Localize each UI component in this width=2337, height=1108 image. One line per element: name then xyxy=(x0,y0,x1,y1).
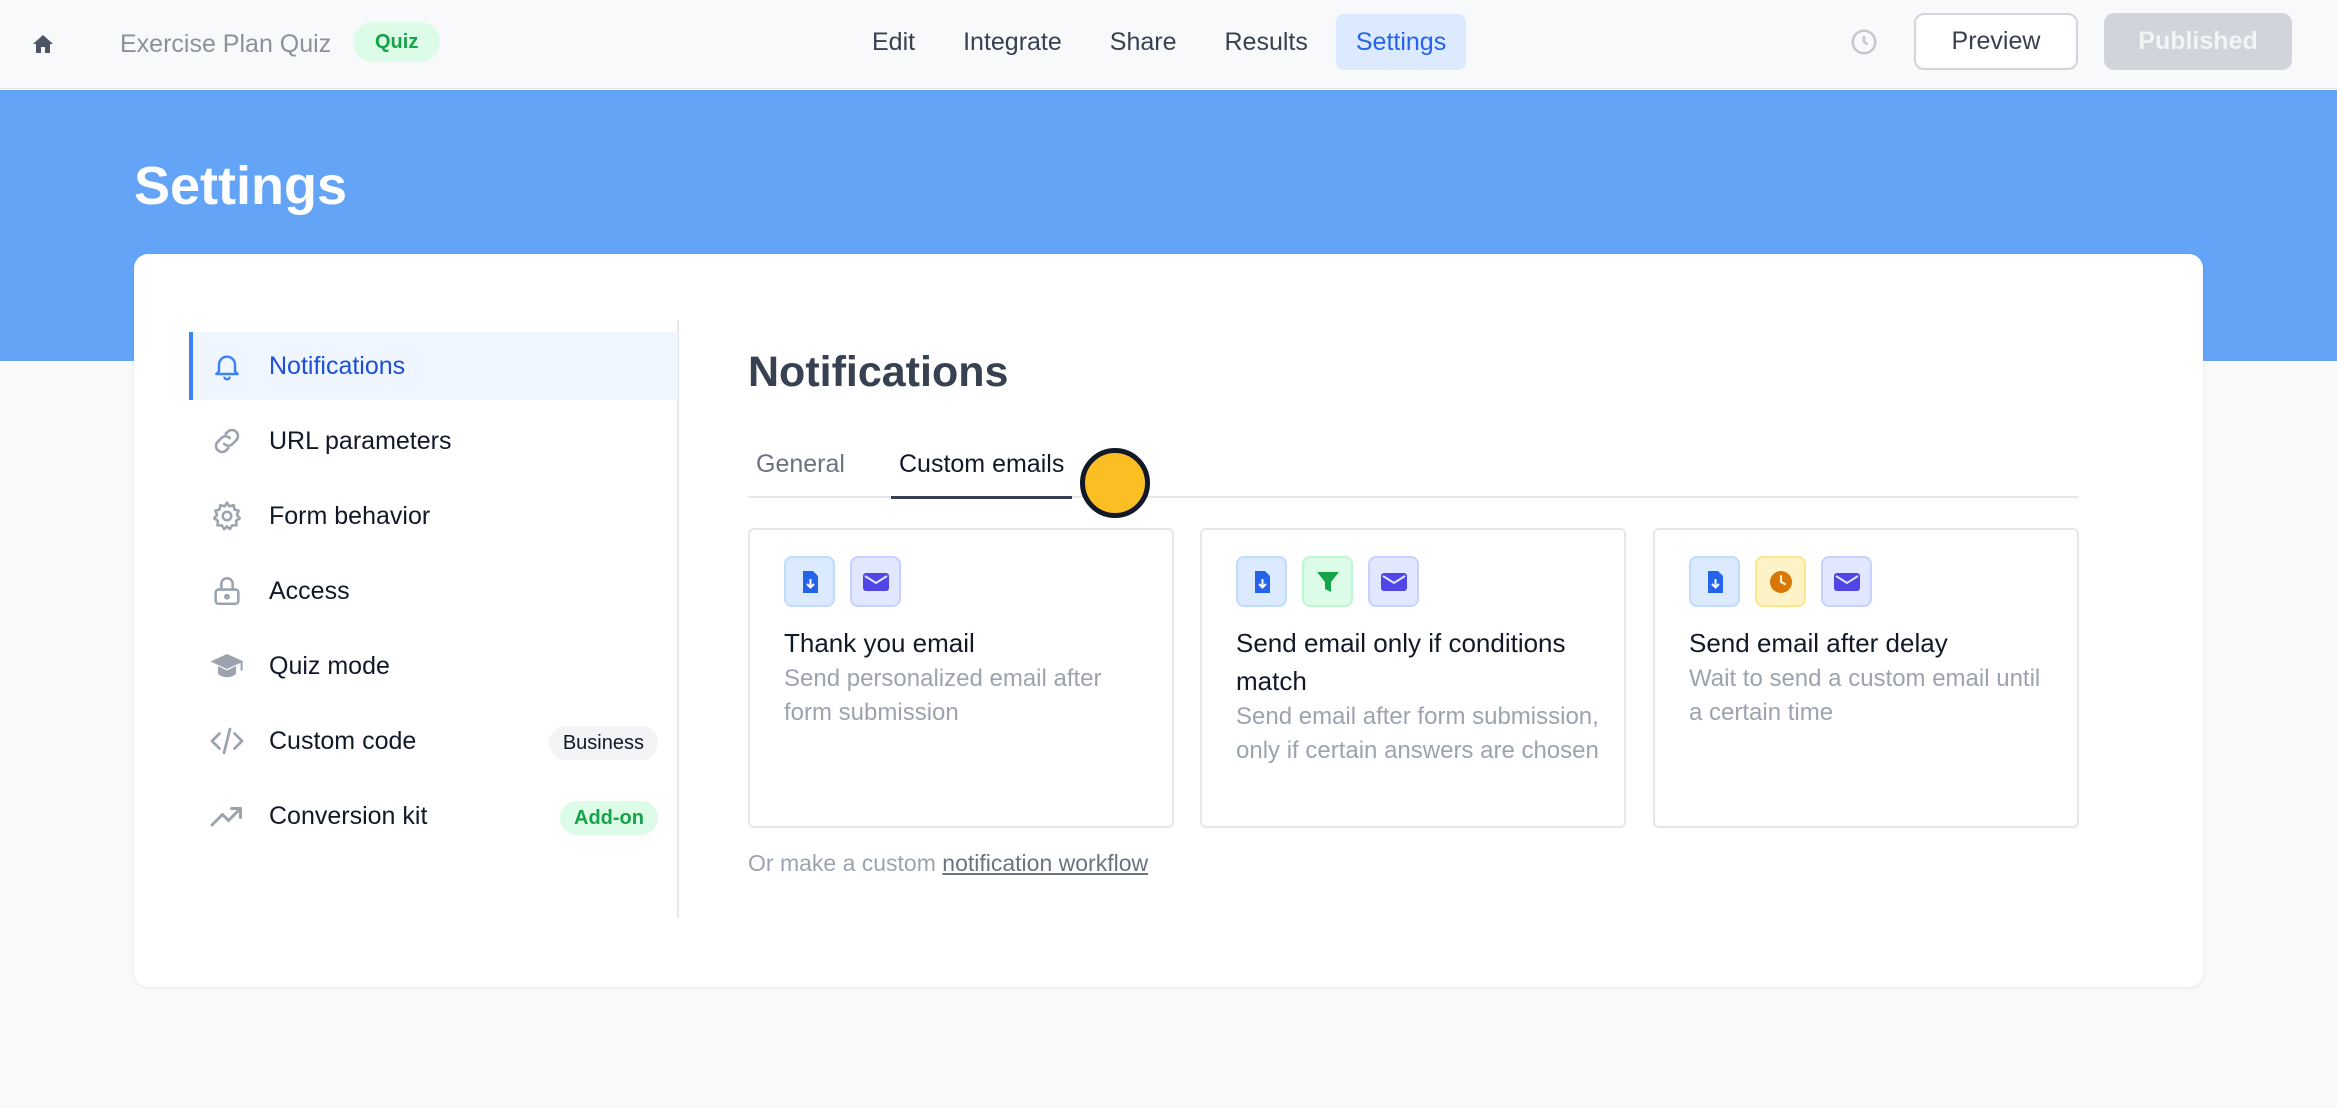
sidebar-item-form-behavior[interactable]: Form behavior xyxy=(189,482,678,550)
notification-tabs: General Custom emails xyxy=(748,438,2079,499)
trending-up-icon xyxy=(209,798,245,834)
tile-title: Send email only if conditions match xyxy=(1236,628,1566,696)
tile-icons xyxy=(784,556,901,607)
workflow-note-prefix: Or make a custom xyxy=(748,850,936,876)
settings-sidebar: Notifications URL parameters Form behavi… xyxy=(189,320,679,918)
tile-thank-you-email[interactable]: Thank you email Send personalized email … xyxy=(748,528,1174,828)
form-title[interactable]: Exercise Plan Quiz xyxy=(120,27,331,61)
business-badge: Business xyxy=(548,726,658,760)
tile-conditional-email[interactable]: Send email only if conditions match Send… xyxy=(1200,528,1626,828)
main-nav: Edit Integrate Share Results Settings xyxy=(852,14,1467,70)
history-button[interactable] xyxy=(1846,24,1882,60)
clock-icon xyxy=(1755,556,1806,607)
settings-card: Notifications URL parameters Form behavi… xyxy=(134,254,2203,987)
graduation-cap-icon xyxy=(209,648,245,684)
nav-settings[interactable]: Settings xyxy=(1335,14,1467,70)
sidebar-item-notifications[interactable]: Notifications xyxy=(189,332,678,400)
sidebar-item-label: Custom code xyxy=(269,727,417,755)
page-title: Settings xyxy=(134,156,348,216)
notification-workflow-link[interactable]: notification workflow xyxy=(942,850,1148,876)
lock-icon xyxy=(209,573,245,609)
sidebar-item-label: Access xyxy=(269,577,350,605)
workflow-note: Or make a custom notification workflow xyxy=(748,850,1148,877)
cursor-indicator xyxy=(1080,448,1150,518)
nav-edit[interactable]: Edit xyxy=(852,14,935,70)
sidebar-item-url-parameters[interactable]: URL parameters xyxy=(189,407,678,475)
email-templates: Thank you email Send personalized email … xyxy=(748,528,2079,828)
published-button[interactable]: Published xyxy=(2104,13,2292,70)
sidebar-item-conversion-kit[interactable]: Conversion kit Add-on xyxy=(189,782,678,850)
section-title: Notifications xyxy=(748,348,1009,396)
home-icon xyxy=(33,35,53,53)
preview-button[interactable]: Preview xyxy=(1914,13,2078,70)
tile-description: Send email after form submission, only i… xyxy=(1236,703,1599,764)
nav-results[interactable]: Results xyxy=(1205,14,1328,70)
tile-icons xyxy=(1236,556,1419,607)
envelope-icon xyxy=(1821,556,1872,607)
gear-icon xyxy=(209,498,245,534)
nav-share[interactable]: Share xyxy=(1090,14,1197,70)
sidebar-item-quiz-mode[interactable]: Quiz mode xyxy=(189,632,678,700)
tab-general[interactable]: General xyxy=(756,438,845,498)
quiz-badge: Quiz xyxy=(353,22,441,62)
tile-title: Thank you email xyxy=(784,628,975,658)
add-on-badge: Add-on xyxy=(560,801,658,835)
tile-description: Wait to send a custom email until a cert… xyxy=(1689,665,2041,726)
sidebar-item-access[interactable]: Access xyxy=(189,557,678,625)
sidebar-item-label: Quiz mode xyxy=(269,652,390,680)
form-submit-icon xyxy=(1236,556,1287,607)
filter-icon xyxy=(1302,556,1353,607)
top-bar: Exercise Plan Quiz Quiz Edit Integrate S… xyxy=(0,0,2337,89)
form-submit-icon xyxy=(1689,556,1740,607)
sidebar-item-label: Conversion kit xyxy=(269,802,428,830)
sidebar-item-label: Notifications xyxy=(269,352,406,380)
link-icon xyxy=(209,423,245,459)
code-icon xyxy=(209,723,245,759)
sidebar-item-label: URL parameters xyxy=(269,427,452,455)
clock-icon xyxy=(1851,29,1877,55)
envelope-icon xyxy=(1368,556,1419,607)
home-button[interactable] xyxy=(26,27,60,61)
tile-title: Send email after delay xyxy=(1689,628,1948,658)
nav-integrate[interactable]: Integrate xyxy=(943,14,1082,70)
tile-icons xyxy=(1689,556,1872,607)
tile-description: Send personalized email after form submi… xyxy=(784,665,1102,726)
sidebar-item-custom-code[interactable]: Custom code Business xyxy=(189,707,678,775)
tab-custom-emails[interactable]: Custom emails xyxy=(891,438,1073,499)
tile-delayed-email[interactable]: Send email after delay Wait to send a cu… xyxy=(1653,528,2079,828)
form-submit-icon xyxy=(784,556,835,607)
sidebar-item-label: Form behavior xyxy=(269,502,431,530)
bell-icon xyxy=(209,348,245,384)
envelope-icon xyxy=(850,556,901,607)
